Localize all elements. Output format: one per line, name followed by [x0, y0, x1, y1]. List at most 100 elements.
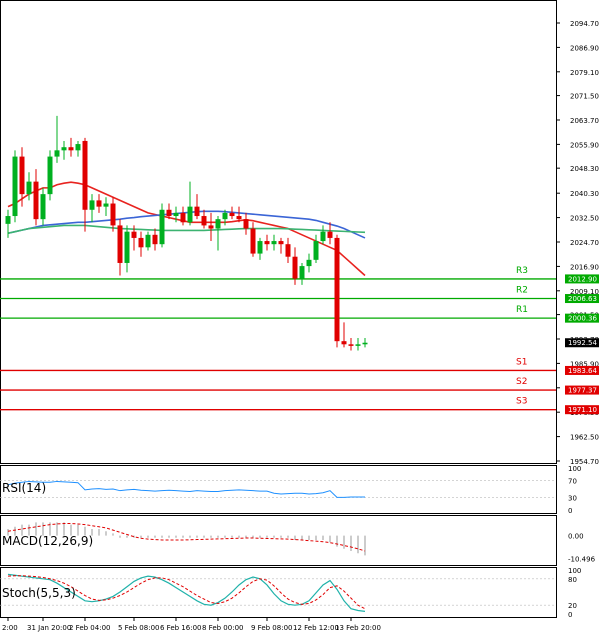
candle-body	[173, 212, 179, 217]
rsi-tick-label: 100	[568, 465, 581, 473]
x-tick-label: 12 Feb 12:00	[293, 624, 339, 632]
stoch-tick-label: 20	[568, 602, 577, 610]
stoch-tick-label: 100	[568, 567, 581, 575]
candle-body	[194, 206, 200, 217]
level-label-r1: R1	[516, 305, 528, 315]
y-tick-label: 2063.70	[570, 117, 599, 125]
candle-body	[306, 259, 312, 267]
level-tag-text: 2012.90	[568, 275, 597, 283]
level-tag-text: 2000.36	[568, 315, 597, 323]
candle-body	[180, 212, 186, 223]
x-tick-label: 9 Feb 08:00	[251, 624, 292, 632]
candle-body	[19, 156, 25, 195]
stoch-tick-label: 80	[568, 576, 577, 584]
candle-body	[26, 181, 32, 195]
candle-body	[68, 147, 74, 151]
candle-body	[257, 241, 263, 254]
candle-body	[341, 341, 347, 345]
candle-body	[75, 144, 81, 151]
candle-body	[47, 156, 53, 195]
candle-body	[313, 241, 319, 260]
level-label-r2: R2	[516, 286, 528, 296]
level-tag-text: 1977.37	[568, 387, 597, 395]
candle-body	[124, 231, 130, 263]
candle-body	[222, 212, 228, 220]
candle-body	[145, 234, 151, 248]
x-tick-label: 2 Feb 04:00	[69, 624, 110, 632]
candle-body	[138, 237, 144, 248]
level-label-r3: R3	[516, 266, 528, 276]
stoch-tick-label: 0	[568, 611, 572, 619]
candle-body	[285, 244, 291, 257]
level-tag-text: 2006.63	[568, 295, 597, 303]
candle-body	[89, 200, 95, 210]
candle-body	[152, 234, 158, 245]
candle-body	[117, 225, 123, 263]
candle-body	[215, 219, 221, 229]
candle-body	[110, 203, 116, 226]
candle-body	[236, 216, 242, 220]
candle-body	[278, 241, 284, 245]
level-label-s1: S1	[516, 357, 527, 367]
candle-body	[334, 237, 340, 342]
candle-body	[208, 225, 214, 229]
candle-body	[131, 231, 137, 238]
y-tick-label: 2048.30	[570, 165, 599, 173]
candle-body	[292, 256, 298, 279]
x-tick-label: 5 Feb 08:00	[118, 624, 159, 632]
candle-body	[250, 228, 256, 254]
candle-body	[187, 206, 193, 223]
current-price-tag: 1992.54	[568, 339, 597, 347]
candle-body	[5, 216, 11, 224]
chart-svg: R3 R2 R1 S1 S2 S3 2094.70 2086.90 2079.10 2071.5…	[0, 0, 600, 634]
candle-body	[348, 344, 354, 346]
candle-body	[229, 212, 235, 217]
x-tick-label: 31 Jan 20:00	[27, 624, 71, 632]
level-tag-text: 1971.10	[568, 406, 597, 414]
candle-body	[362, 342, 368, 345]
y-tick-label: 2032.50	[570, 215, 599, 223]
candle-body	[166, 209, 172, 217]
candle-body	[327, 231, 333, 238]
macd-tick-label: 0.00	[568, 533, 584, 541]
y-tick-label: 1962.50	[570, 434, 599, 442]
macd-label: MACD(12,26,9)	[2, 534, 93, 548]
x-tick-label: 13 Feb 20:00	[335, 624, 381, 632]
candle-body	[103, 203, 109, 207]
candle-body	[355, 344, 361, 346]
y-tick-label: 2086.90	[570, 44, 599, 52]
y-tick-label: 2024.70	[570, 239, 599, 247]
candle-body	[82, 140, 88, 210]
rsi-tick-label: 0	[568, 507, 572, 515]
candle-body	[201, 216, 207, 226]
level-label-s3: S3	[516, 397, 527, 407]
candle-body	[271, 241, 277, 245]
candle-body	[320, 231, 326, 242]
candle-body	[61, 147, 67, 151]
candle-body	[159, 209, 165, 245]
stoch-label: Stoch(5,5,3)	[2, 586, 76, 600]
macd-tick-label: -10.496	[568, 556, 596, 564]
candle-body	[40, 194, 46, 220]
x-tick-label: 2:00	[2, 624, 18, 632]
level-label-s2: S2	[516, 377, 527, 387]
candle-body	[33, 181, 39, 220]
x-tick-label: 8 Feb 00:00	[202, 624, 243, 632]
y-tick-label: 2071.50	[570, 93, 599, 101]
candle-body	[54, 150, 60, 157]
rsi-label: RSI(14)	[2, 481, 46, 495]
rsi-tick-label: 70	[568, 478, 577, 486]
rsi-tick-label: 30	[568, 494, 577, 502]
trading-chart: R3 R2 R1 S1 S2 S3 2094.70 2086.90 2079.10 2071.5…	[0, 0, 600, 634]
y-tick-label: 2040.30	[570, 190, 599, 198]
y-tick-label: 2016.90	[570, 263, 599, 271]
x-tick-label: 6 Feb 16:00	[160, 624, 201, 632]
y-tick-label: 2079.10	[570, 69, 599, 77]
candle-body	[243, 219, 249, 229]
y-tick-label: 2055.90	[570, 141, 599, 149]
candle-body	[264, 241, 270, 245]
level-tag-text: 1983.64	[568, 367, 597, 375]
candle-body	[12, 156, 18, 217]
candle-body	[299, 266, 305, 279]
candle-body	[96, 200, 102, 207]
